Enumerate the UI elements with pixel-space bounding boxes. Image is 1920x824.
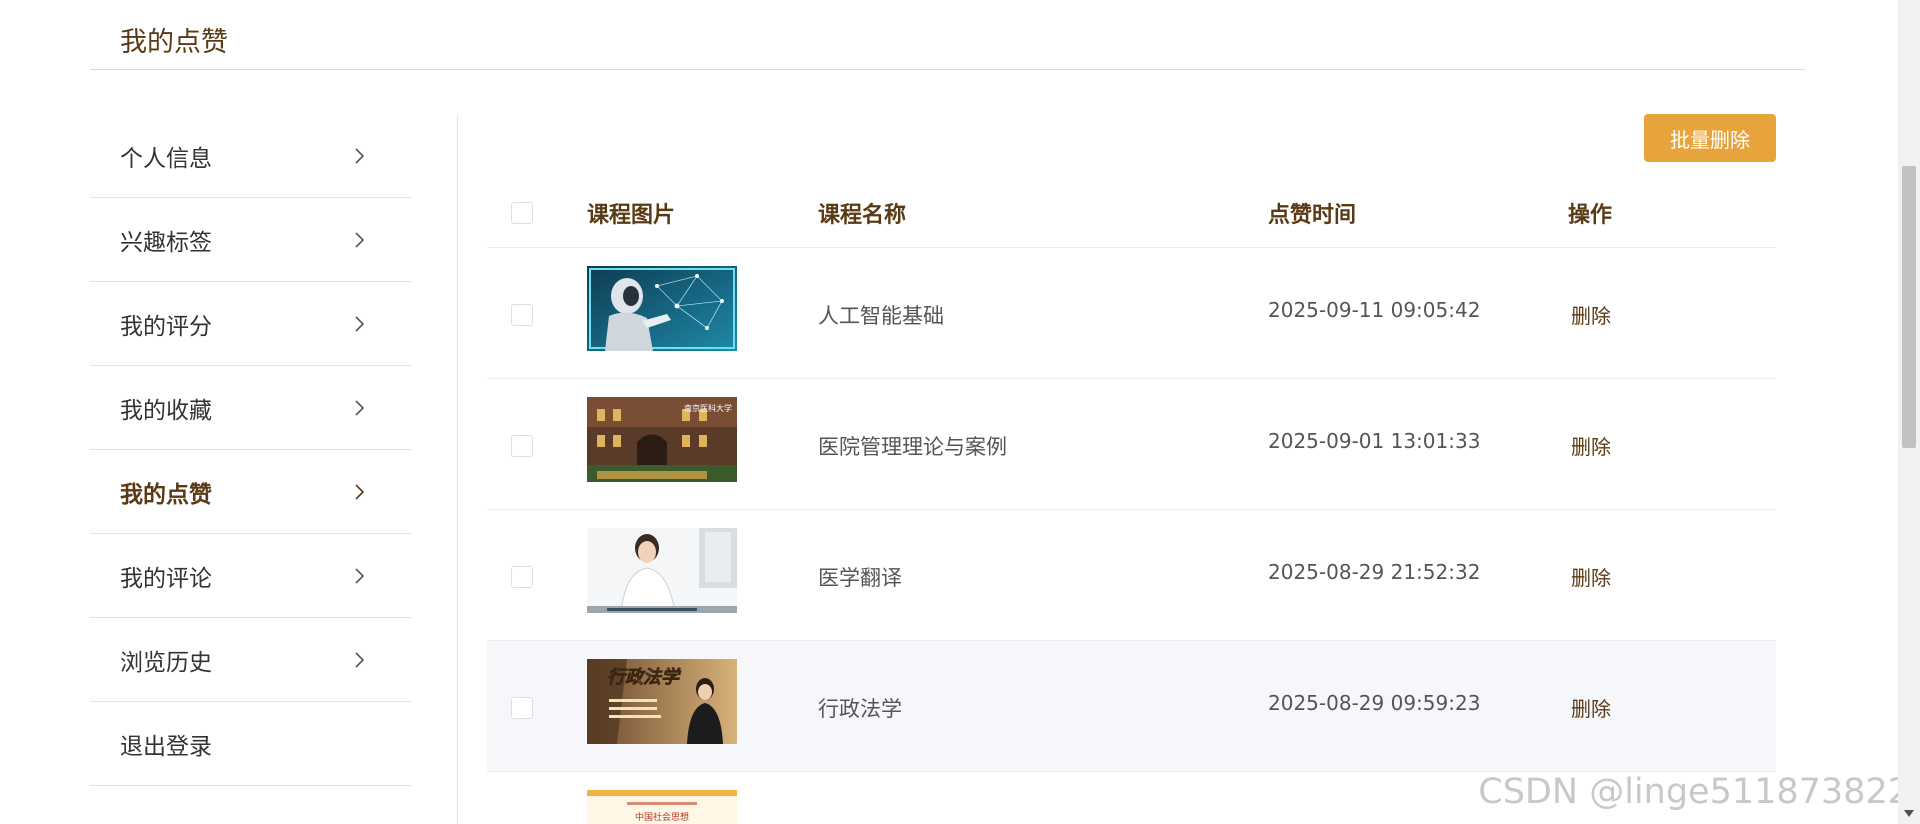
course-thumbnail[interactable]: 行政法学 [587,659,737,744]
sidebar-item-label: 我的收藏 [120,396,212,423]
sidebar-item-comments[interactable]: 我的评论 [90,534,412,618]
course-thumbnail[interactable] [587,528,737,613]
table-row: 医学翻译 2025-08-29 21:52:32 删除 [487,510,1776,641]
scroll-down-icon[interactable] [1904,810,1914,818]
sidebar-item-label: 兴趣标签 [120,228,212,255]
table-header-row: 课程图片 课程名称 点赞时间 操作 [487,174,1776,248]
course-thumbnail[interactable] [587,266,737,351]
column-header-action: 操作 [1568,202,1613,227]
row-checkbox[interactable] [511,304,533,326]
course-name: 行政法学 [818,698,902,721]
page-scrollbar[interactable] [1898,0,1920,824]
sidebar-item-likes[interactable]: 我的点赞 [90,450,412,534]
sidebar-item-history[interactable]: 浏览历史 [90,618,412,702]
ai-robot-image [587,266,737,351]
delete-link[interactable]: 删除 [1571,431,1611,460]
course-cover-image: 中国社会思想 [587,790,737,824]
sidebar-item-label: 我的点赞 [120,480,212,507]
like-time: 2025-09-11 09:05:42 [1268,298,1481,322]
batch-delete-button[interactable]: 批量删除 [1644,114,1776,162]
course-name: 医学翻译 [818,567,902,590]
sidebar-item-label: 浏览历史 [120,648,212,675]
course-thumbnail[interactable]: 中国社会思想 [587,790,737,824]
chevron-right-icon [355,484,365,500]
delete-link[interactable]: 删除 [1571,300,1611,329]
sidebar-item-interest-tags[interactable]: 兴趣标签 [90,198,412,282]
row-checkbox[interactable] [511,566,533,588]
page-title: 我的点赞 [120,27,228,57]
sidebar-item-logout[interactable]: 退出登录 [90,702,412,786]
doctor-image [587,528,737,613]
like-time: 2025-08-29 21:52:32 [1268,560,1481,584]
table-row: 人工智能基础 2025-09-11 09:05:42 删除 [487,248,1776,379]
chevron-right-icon [355,148,365,164]
row-checkbox[interactable] [511,697,533,719]
row-checkbox[interactable] [511,435,533,457]
thumb-caption: 中国社会思想 [635,811,689,823]
column-header-image: 课程图片 [587,202,676,227]
chevron-right-icon [355,316,365,332]
chevron-right-icon [355,568,365,584]
sidebar-item-ratings[interactable]: 我的评分 [90,282,412,366]
delete-link[interactable]: 删除 [1571,562,1611,591]
page-header: 我的点赞 [90,0,1805,70]
watermark: CSDN @linge511873822 [1478,772,1910,812]
sidebar-item-label: 我的评分 [120,312,212,339]
likes-table: 课程图片 课程名称 点赞时间 操作 人工智能基础 2025-09-11 09:0… [487,174,1776,824]
course-name: 医院管理理论与案例 [818,436,1007,459]
chevron-right-icon [355,232,365,248]
sidebar-divider [457,115,458,824]
chevron-right-icon [355,400,365,416]
thumb-caption: 行政法学 [607,667,682,688]
column-header-name: 课程名称 [818,202,907,227]
sidebar-item-favorites[interactable]: 我的收藏 [90,366,412,450]
university-building-image: 南京医科大学 [587,397,737,482]
sidebar-item-label: 我的评论 [120,564,212,591]
table-row: 南京医科大学 医院管理理论与案例 2025-09-01 13:01:33 删除 [487,379,1776,510]
chevron-right-icon [355,652,365,668]
law-course-image: 行政法学 [587,659,737,744]
column-header-time: 点赞时间 [1268,202,1357,227]
table-row: 行政法学 行政法学 2025-08-29 09:59:23 删除 [487,641,1776,772]
sidebar-item-profile[interactable]: 个人信息 [90,114,412,198]
delete-link[interactable]: 删除 [1571,693,1611,722]
sidebar-item-label: 退出登录 [120,732,212,759]
sidebar-item-label: 个人信息 [120,144,212,171]
course-name: 人工智能基础 [818,305,944,328]
sidebar-menu: 个人信息 兴趣标签 我的评分 我的收藏 我的点赞 我的评论 浏览历史 退出登录 [90,114,412,786]
course-thumbnail[interactable]: 南京医科大学 [587,397,737,482]
like-time: 2025-09-01 13:01:33 [1268,429,1481,453]
like-time: 2025-08-29 09:59:23 [1268,691,1481,715]
scrollbar-thumb[interactable] [1902,166,1916,448]
thumb-caption: 南京医科大学 [684,403,732,413]
select-all-checkbox[interactable] [511,202,533,224]
